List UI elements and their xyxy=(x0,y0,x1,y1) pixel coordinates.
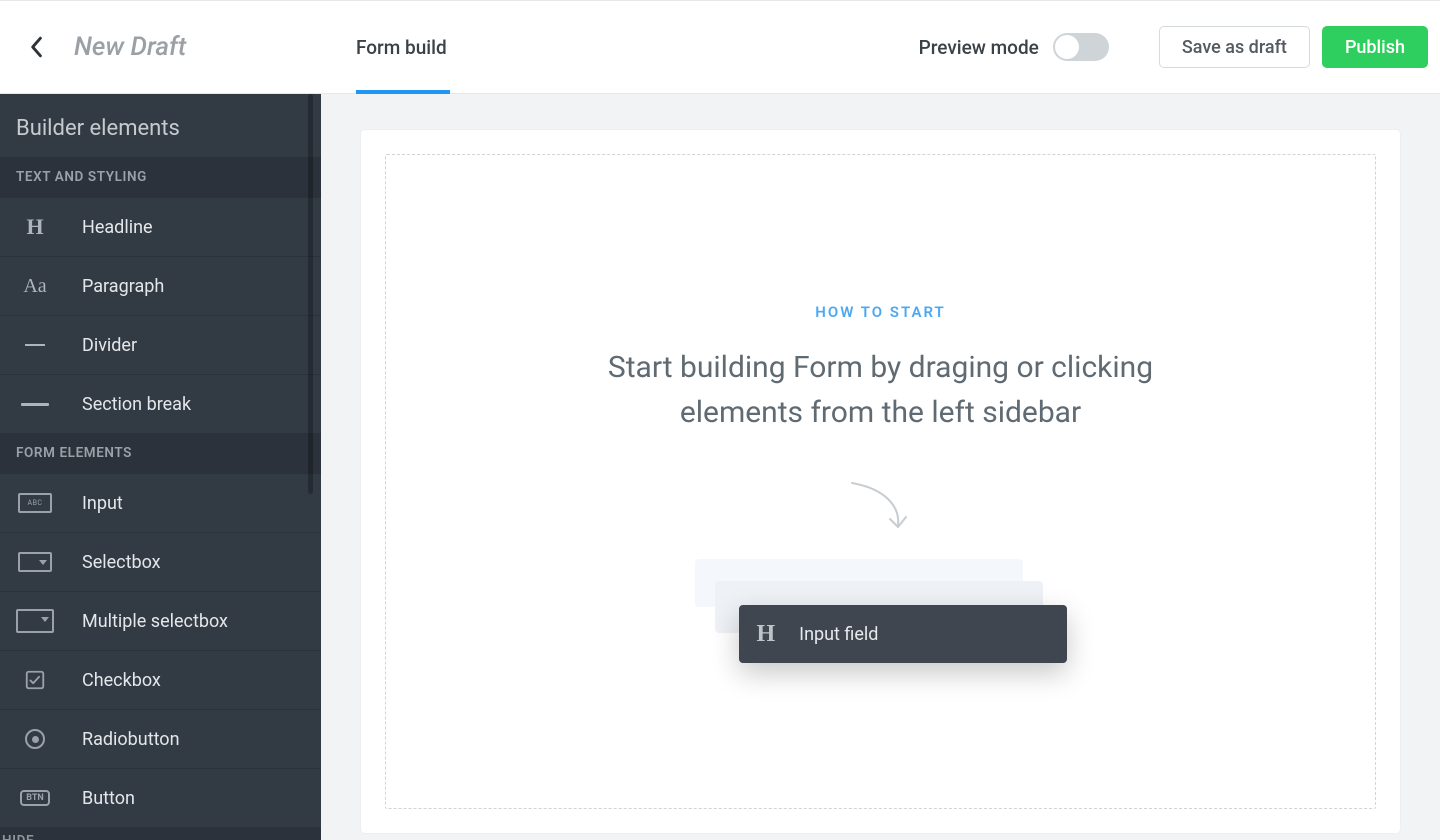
tab-bar: Form build xyxy=(356,1,447,93)
sidebar-item-multiple-selectbox[interactable]: Multiple selectbox xyxy=(0,591,321,650)
headline-icon: H xyxy=(16,214,54,240)
preview-mode-toggle[interactable] xyxy=(1053,33,1109,61)
sidebar-item-label: Multiple selectbox xyxy=(82,611,228,632)
sidebar-item-headline[interactable]: H Headline xyxy=(0,197,321,256)
topbar: New Draft Form build Preview mode Save a… xyxy=(0,0,1440,94)
topbar-actions: Preview mode Save as draft Publish xyxy=(919,26,1428,68)
drag-preview-card[interactable]: H Input field xyxy=(739,605,1067,663)
sidebar-group-text-and-styling: TEXT AND STYLING xyxy=(0,157,321,197)
sidebar-item-paragraph[interactable]: Aa Paragraph xyxy=(0,256,321,315)
sidebar-item-radiobutton[interactable]: Radiobutton xyxy=(0,709,321,768)
tab-form-build[interactable]: Form build xyxy=(356,1,447,93)
preview-mode-label: Preview mode xyxy=(919,36,1039,59)
divider-icon xyxy=(16,344,54,346)
publish-button[interactable]: Publish xyxy=(1322,26,1428,68)
section-break-icon xyxy=(16,403,54,406)
sidebar-item-label: Section break xyxy=(82,394,191,415)
sidebar: Builder elements TEXT AND STYLING H Head… xyxy=(0,94,321,840)
how-to-start-eyebrow: HOW TO START xyxy=(815,303,946,321)
sidebar-item-label: Paragraph xyxy=(82,276,164,297)
select-icon xyxy=(16,552,54,572)
sidebar-item-selectbox[interactable]: Selectbox xyxy=(0,532,321,591)
sidebar-item-input[interactable]: ABC Input xyxy=(0,473,321,532)
button-icon: BTN xyxy=(16,790,54,806)
sidebar-item-divider[interactable]: Divider xyxy=(0,315,321,374)
sidebar-item-label: Input xyxy=(82,493,123,514)
main: Builder elements TEXT AND STYLING H Head… xyxy=(0,94,1440,840)
sidebar-item-label: Headline xyxy=(82,217,153,238)
chevron-left-icon xyxy=(29,36,43,58)
form-dropzone[interactable]: HOW TO START Start building Form by drag… xyxy=(385,154,1376,809)
how-to-start-lead: Start building Form by draging or clicki… xyxy=(561,345,1201,435)
input-icon: ABC xyxy=(16,493,54,513)
arrow-down-icon xyxy=(846,479,916,537)
checkbox-icon xyxy=(16,669,54,691)
sidebar-item-label: Checkbox xyxy=(82,670,161,691)
sidebar-group-form-elements: FORM ELEMENTS xyxy=(0,433,321,473)
save-draft-button[interactable]: Save as draft xyxy=(1159,26,1310,68)
sidebar-item-checkbox[interactable]: Checkbox xyxy=(0,650,321,709)
headline-icon: H xyxy=(757,621,776,648)
sidebar-item-label: Selectbox xyxy=(82,552,161,573)
canvas-area: HOW TO START Start building Form by drag… xyxy=(321,94,1440,840)
sidebar-item-label: Radiobutton xyxy=(82,729,180,750)
page-title: New Draft xyxy=(74,32,186,62)
sidebar-item-label: Button xyxy=(82,788,135,809)
drag-preview-stack: H Input field xyxy=(695,559,1067,659)
sidebar-group-truncated: HIDE xyxy=(0,827,321,840)
sidebar-item-label: Divider xyxy=(82,335,137,356)
radio-icon xyxy=(16,729,54,749)
sidebar-title: Builder elements xyxy=(0,94,321,157)
drag-preview-label: Input field xyxy=(799,624,878,645)
back-button[interactable] xyxy=(20,31,52,63)
paragraph-icon: Aa xyxy=(16,275,54,298)
canvas-card: HOW TO START Start building Form by drag… xyxy=(361,130,1400,833)
sidebar-item-button[interactable]: BTN Button xyxy=(0,768,321,827)
multiselect-icon xyxy=(16,609,54,633)
sidebar-item-section-break[interactable]: Section break xyxy=(0,374,321,433)
